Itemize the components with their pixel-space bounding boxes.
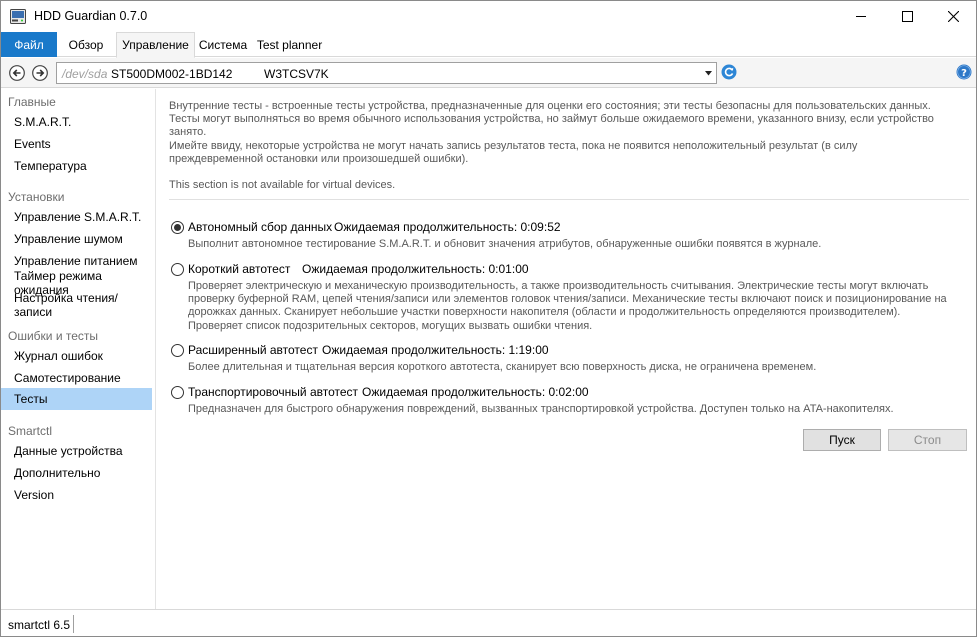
- chevron-down-icon[interactable]: [705, 71, 712, 76]
- menu-bar: Файл Обзор Управление Система Test plann…: [1, 32, 976, 58]
- virtual-devices-note: This section is not available for virtua…: [169, 179, 396, 191]
- back-arrow-icon[interactable]: [9, 65, 25, 81]
- desc-line: Выполнит автономное тестирование S.M.A.R…: [188, 238, 822, 250]
- sidebar-item-device-data[interactable]: Данные устройства: [1, 440, 152, 462]
- intro-line: Тесты могут выполняться во время обычног…: [169, 113, 934, 126]
- close-icon: [947, 11, 959, 22]
- test-description: Более длительная и тщательная версия кор…: [188, 361, 973, 374]
- sidebar-item-events[interactable]: Events: [1, 133, 152, 155]
- sidebar-group-smartctl: Smartctl: [8, 424, 53, 438]
- forward-arrow-icon[interactable]: [32, 65, 48, 81]
- sidebar-item-advanced[interactable]: Дополнительно: [1, 462, 152, 484]
- tab-overview[interactable]: Обзор: [62, 32, 110, 57]
- maximize-button[interactable]: [884, 1, 930, 32]
- test-description: Проверяет электрическую и механическую п…: [188, 280, 973, 333]
- desc-line: Проверяет список подозрительных секторов…: [188, 319, 593, 332]
- tests-panel: Внутренние тесты - встроенные тесты устр…: [157, 89, 976, 609]
- test-label: Короткий автотест: [188, 262, 291, 276]
- sidebar-item-tests[interactable]: Тесты: [1, 388, 152, 410]
- help-icon[interactable]: ?: [956, 64, 972, 80]
- desc-line: проверку буферной RAM, цепей чтения/запи…: [188, 293, 947, 306]
- app-window: HDD Guardian 0.7.0 Файл Обзор Управление…: [0, 0, 977, 637]
- sidebar-item-smart-management[interactable]: Управление S.M.A.R.T.: [1, 206, 152, 228]
- sidebar: Главные S.M.A.R.T. Events Температура Ус…: [1, 89, 156, 609]
- device-selector[interactable]: /dev/sda ST500DM002-1BD142 W3TCSV7K: [56, 62, 717, 84]
- extended-radio[interactable]: [171, 344, 184, 357]
- status-bar: smartctl 6.5: [1, 609, 976, 636]
- tab-system[interactable]: Система: [197, 32, 249, 57]
- device-serial: W3TCSV7K: [264, 67, 329, 81]
- svg-text:?: ?: [961, 68, 967, 79]
- test-duration: Ожидаемая продолжительность: 0:09:52: [334, 220, 561, 234]
- intro-line: Внутренние тесты - встроенные тесты устр…: [169, 100, 931, 112]
- test-label: Расширенный автотест: [188, 343, 318, 357]
- start-button[interactable]: Пуск: [803, 429, 881, 451]
- sidebar-group-errors-tests: Ошибки и тесты: [8, 329, 99, 343]
- test-label: Автономный сбор данных: [188, 220, 333, 234]
- intro-line: преждевременной остановки или произошедш…: [169, 152, 469, 165]
- device-model: ST500DM002-1BD142: [111, 67, 233, 81]
- offline-radio[interactable]: [171, 221, 184, 234]
- sidebar-item-version[interactable]: Version: [1, 484, 152, 506]
- test-duration: Ожидаемая продолжительность: 0:01:00: [302, 262, 529, 276]
- intro-line: занято.: [169, 126, 207, 139]
- test-label: Транспортировочный автотест: [188, 385, 359, 399]
- device-bar: /dev/sda ST500DM002-1BD142 W3TCSV7K ?: [1, 58, 976, 88]
- sidebar-item-noise-management[interactable]: Управление шумом: [1, 228, 152, 250]
- sidebar-group-settings: Установки: [8, 190, 65, 204]
- test-duration: Ожидаемая продолжительность: 0:02:00: [362, 385, 589, 399]
- short-radio[interactable]: [171, 263, 184, 276]
- desc-line: Предназначен для быстрого обнаружения по…: [188, 403, 894, 415]
- status-divider: [73, 615, 74, 633]
- sidebar-item-temperature[interactable]: Температура: [1, 155, 152, 177]
- tab-management[interactable]: Управление: [116, 32, 195, 58]
- sidebar-item-read-write-settings[interactable]: Настройка чтения/записи: [1, 291, 152, 319]
- stop-button[interactable]: Стоп: [888, 429, 967, 451]
- sidebar-item-smart[interactable]: S.M.A.R.T.: [1, 111, 152, 133]
- desc-line: дорожках данных. Сканирует небольшие уча…: [188, 306, 901, 319]
- smartctl-version: smartctl 6.5: [8, 618, 71, 632]
- test-duration: Ожидаемая продолжительность: 1:19:00: [322, 343, 549, 357]
- minimize-icon: [855, 16, 866, 17]
- sidebar-group-main: Главные: [8, 95, 56, 109]
- desc-line: Более длительная и тщательная версия кор…: [188, 361, 817, 373]
- close-button[interactable]: [930, 1, 976, 32]
- intro-text: Внутренние тесты - встроенные тесты устр…: [169, 100, 959, 166]
- window-title: HDD Guardian 0.7.0: [34, 9, 148, 23]
- title-bar[interactable]: HDD Guardian 0.7.0: [1, 1, 976, 32]
- device-path: /dev/sda: [62, 67, 108, 81]
- maximize-icon: [901, 11, 913, 22]
- desc-line: Проверяет электрическую и механическую п…: [188, 280, 929, 292]
- refresh-icon[interactable]: [721, 64, 737, 80]
- hdd-app-icon: [10, 9, 26, 24]
- file-menu[interactable]: Файл: [1, 32, 57, 57]
- conveyance-radio[interactable]: [171, 386, 184, 399]
- sidebar-item-self-test[interactable]: Самотестирование: [1, 367, 152, 389]
- divider: [169, 199, 969, 200]
- test-description: Выполнит автономное тестирование S.M.A.R…: [188, 238, 973, 251]
- tab-test-planner[interactable]: Test planner: [254, 32, 325, 57]
- test-description: Предназначен для быстрого обнаружения по…: [188, 403, 973, 416]
- intro-line: Имейте ввиду, некоторые устройства не мо…: [169, 139, 858, 152]
- sidebar-item-error-log[interactable]: Журнал ошибок: [1, 345, 152, 367]
- minimize-button[interactable]: [838, 1, 884, 32]
